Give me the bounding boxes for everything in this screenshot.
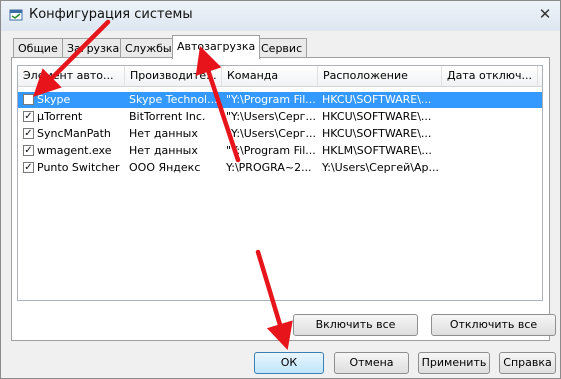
annotation-arrow-to-startup-tab: [195, 46, 241, 163]
annotation-arrow-to-ok-button: [255, 249, 293, 351]
annotation-arrow-to-checkbox: [33, 19, 111, 97]
annotation-arrows: [33, 19, 293, 351]
